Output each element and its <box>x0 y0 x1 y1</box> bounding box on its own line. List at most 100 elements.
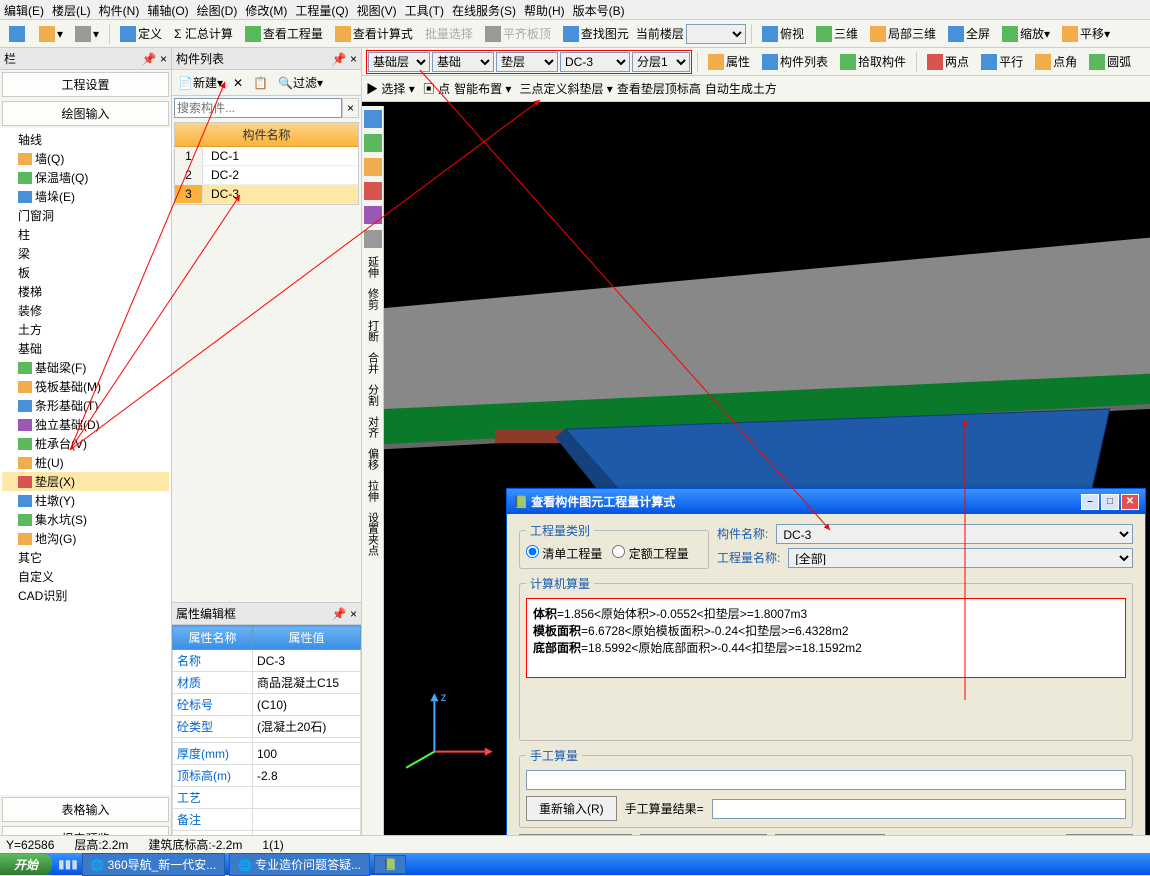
table-input-section[interactable]: 表格输入 <box>2 797 169 822</box>
tree-stair[interactable]: 楼梯 <box>2 282 169 301</box>
tree-pile-cap[interactable]: 桩承台(V) <box>2 434 169 453</box>
side-align[interactable]: 对齐 <box>365 414 381 440</box>
zoom-button[interactable]: 缩放 ▾ <box>997 22 1055 45</box>
menu-edit[interactable]: 编辑(E) <box>4 2 44 17</box>
tree-found-beam[interactable]: 基础梁(F) <box>2 358 169 377</box>
side-grip[interactable]: 设置夹点 <box>365 510 381 558</box>
reinput-button[interactable]: 重新输入(R) <box>526 796 617 821</box>
floor-select[interactable] <box>686 24 746 44</box>
prop-row-thickness[interactable]: 厚度(mm)100 <box>173 743 361 765</box>
layer-select[interactable]: 基础层 <box>368 52 430 72</box>
three-pt-button[interactable]: 三点定义斜垫层 ▾ <box>519 80 612 97</box>
menu-aux-axis[interactable]: 辅轴(O) <box>147 2 188 17</box>
flat-top-button[interactable]: 平齐板顶 <box>480 22 556 45</box>
tree-sump[interactable]: 集水坑(S) <box>2 510 169 529</box>
task-item-1[interactable]: 🌐 360导航_新一代安... <box>82 853 225 876</box>
category-select[interactable]: 基础 <box>432 52 494 72</box>
prop-row-concrete-type[interactable]: 砼类型(混凝土20石) <box>173 716 361 738</box>
side-icon-2[interactable] <box>364 134 382 152</box>
tree-foundation[interactable]: 基础 <box>2 339 169 358</box>
task-item-2[interactable]: 🌐 专业造价问题答疑... <box>229 853 370 876</box>
tree-earth[interactable]: 土方 <box>2 320 169 339</box>
pan-button[interactable]: 平移 ▾ <box>1057 22 1115 45</box>
tree-slab[interactable]: 板 <box>2 263 169 282</box>
tree-axis[interactable]: 轴线 <box>2 130 169 149</box>
two-pt-button[interactable]: 两点 <box>922 50 974 73</box>
parallel-button[interactable]: 平行 <box>976 50 1028 73</box>
tree-wall-pier[interactable]: 墙垛(E) <box>2 187 169 206</box>
auto-earth-button[interactable]: 自动生成土方 <box>705 80 777 97</box>
tree-insul-wall[interactable]: 保温墙(Q) <box>2 168 169 187</box>
comp-name-select[interactable]: DC-3 <box>776 524 1133 544</box>
prop-row-material[interactable]: 材质商品混凝土C15 <box>173 672 361 694</box>
manual-input[interactable] <box>526 770 1126 790</box>
prop-row-process[interactable]: 工艺 <box>173 787 361 809</box>
three-d-button[interactable]: 三维 <box>811 22 863 45</box>
tree-column-pier[interactable]: 柱墩(Y) <box>2 491 169 510</box>
radio-quota-qty[interactable]: 定额工程量 <box>612 547 688 561</box>
menu-version[interactable]: 版本号(B) <box>573 2 625 17</box>
dialog-min-icon[interactable]: – <box>1081 494 1099 510</box>
dialog-close-icon[interactable]: ✕ <box>1121 494 1139 510</box>
drawing-input-section[interactable]: 绘图输入 <box>2 101 169 126</box>
prop-row-concrete-grade[interactable]: 砼标号(C10) <box>173 694 361 716</box>
comp-row-2[interactable]: 2DC-2 <box>175 166 358 185</box>
manual-result-input[interactable] <box>712 799 1126 819</box>
point-button[interactable]: ▣ 点 <box>423 80 450 97</box>
tree-cad[interactable]: CAD识别 <box>2 586 169 605</box>
tree-cushion[interactable]: 垫层(X) <box>2 472 169 491</box>
view-formula-button[interactable]: 查看计算式 <box>330 22 418 45</box>
task-item-3[interactable]: 📗 <box>374 855 406 874</box>
side-icon-4[interactable] <box>364 182 382 200</box>
menu-floor[interactable]: 楼层(L) <box>52 2 91 17</box>
prop-row-top-elev[interactable]: 顶标高(m)-2.8 <box>173 765 361 787</box>
comp-pin-icon[interactable]: 📌 × <box>332 52 357 66</box>
component-select[interactable]: DC-3 <box>560 52 630 72</box>
menu-modify[interactable]: 修改(M) <box>245 2 287 17</box>
menu-tool[interactable]: 工具(T) <box>405 2 444 17</box>
save-icon[interactable] <box>4 23 32 45</box>
arc-button[interactable]: 圆弧 <box>1084 50 1136 73</box>
menu-draw[interactable]: 绘图(D) <box>197 2 238 17</box>
dialog-max-icon[interactable]: □ <box>1101 494 1119 510</box>
prop-row-remark[interactable]: 备注 <box>173 809 361 831</box>
tree-wall[interactable]: 墙(Q) <box>2 149 169 168</box>
search-clear-icon[interactable]: × <box>342 98 359 118</box>
side-icon-3[interactable] <box>364 158 382 176</box>
tree-raft[interactable]: 筏板基础(M) <box>2 377 169 396</box>
side-trim[interactable]: 修剪 <box>365 286 381 312</box>
pt-angle-button[interactable]: 点角 <box>1030 50 1082 73</box>
tree-beam[interactable]: 梁 <box>2 244 169 263</box>
split-select[interactable]: 分层1 <box>632 52 690 72</box>
prop-row-name[interactable]: 名称DC-3 <box>173 650 361 672</box>
tree-isolated-found[interactable]: 独立基础(D) <box>2 415 169 434</box>
menu-view[interactable]: 视图(V) <box>357 2 397 17</box>
props-button[interactable]: 属性 <box>703 50 755 73</box>
side-merge[interactable]: 合并 <box>365 350 381 376</box>
find-elem-button[interactable]: 查找图元 <box>558 22 634 45</box>
side-extend[interactable]: 延伸 <box>365 254 381 280</box>
tree-finish[interactable]: 装修 <box>2 301 169 320</box>
side-stretch[interactable]: 拉伸 <box>365 478 381 504</box>
search-input[interactable] <box>174 98 342 118</box>
comp-row-3[interactable]: 3DC-3 <box>175 185 358 204</box>
start-button[interactable]: 开始 <box>0 854 52 875</box>
menu-online[interactable]: 在线服务(S) <box>452 2 516 17</box>
side-offset[interactable]: 偏移 <box>365 446 381 472</box>
smart-layout-button[interactable]: 智能布置 ▾ <box>454 80 511 97</box>
prop-pin-icon[interactable]: 📌 × <box>332 607 357 621</box>
comp-row-1[interactable]: 1DC-1 <box>175 147 358 166</box>
tree-door-window[interactable]: 门窗洞 <box>2 206 169 225</box>
comp-list-button[interactable]: 构件列表 <box>757 50 833 73</box>
side-icon-6[interactable] <box>364 230 382 248</box>
tree-other[interactable]: 其它 <box>2 548 169 567</box>
sum-calc-button[interactable]: Σ 汇总计算 <box>169 22 238 45</box>
dialog-titlebar[interactable]: 📗 查看构件图元工程量计算式 – □ ✕ <box>507 489 1145 514</box>
filter-button[interactable]: 🔍 过滤 ▾ <box>274 72 327 93</box>
batch-select-button[interactable]: 批量选择 <box>420 22 478 45</box>
full-screen-button[interactable]: 全屏 <box>943 22 995 45</box>
view-cushion-top-button[interactable]: 查看垫层顶标高 <box>617 80 701 97</box>
tree-custom[interactable]: 自定义 <box>2 567 169 586</box>
pin-icon[interactable]: 📌 × <box>142 52 167 66</box>
menu-component[interactable]: 构件(N) <box>99 2 140 17</box>
